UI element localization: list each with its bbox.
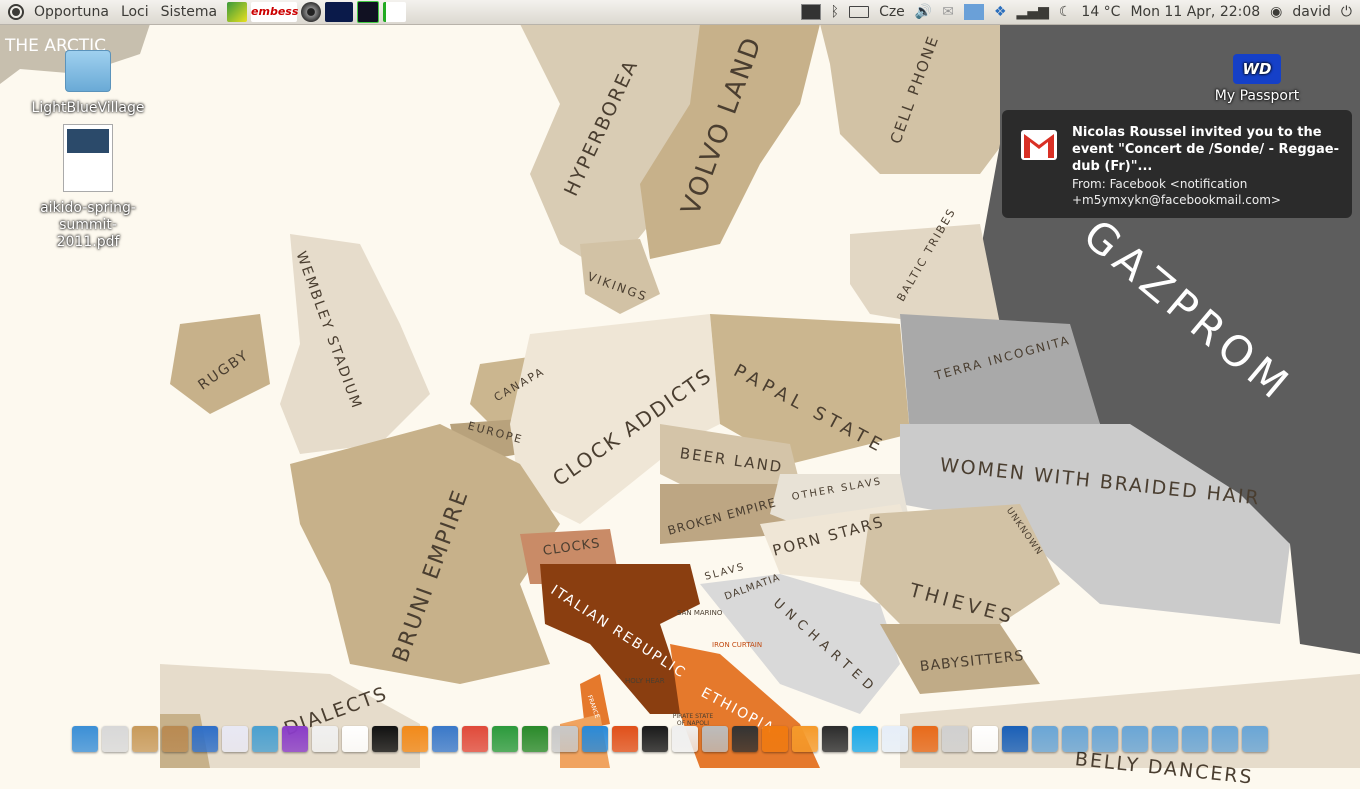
bird-icon[interactable]: [282, 726, 308, 752]
label-iron-curtain: IRON CURTAIN: [712, 641, 763, 649]
tree-icon-2[interactable]: [383, 2, 407, 22]
monitor-icon[interactable]: [582, 726, 608, 752]
music-icon[interactable]: [192, 726, 218, 752]
gmail-icon: [1021, 130, 1057, 160]
anchor-icon[interactable]: [72, 726, 98, 752]
mail-icon[interactable]: ✉: [942, 4, 954, 20]
clock[interactable]: Mon 11 Apr, 22:08: [1130, 4, 1260, 20]
usb-icon[interactable]: [552, 726, 578, 752]
folder-icon[interactable]: [1062, 726, 1088, 752]
menu-places[interactable]: Loci: [115, 4, 155, 20]
gmail-icon[interactable]: [972, 726, 998, 752]
photo-icon[interactable]: [372, 726, 398, 752]
label-pirate: PIRATE STATE OF NAPOLI: [672, 713, 714, 727]
notification-bubble[interactable]: Nicolas Roussel invited you to the event…: [1002, 110, 1352, 218]
skype-icon[interactable]: [852, 726, 878, 752]
tree-icon[interactable]: [357, 1, 380, 23]
chart-icon[interactable]: [462, 726, 488, 752]
terminal-graph-icon[interactable]: [325, 2, 354, 22]
desktop-icon-folder[interactable]: LightBlueVillage: [23, 50, 153, 117]
embess-icon[interactable]: embess: [251, 2, 298, 22]
temperature[interactable]: 14 °C: [1081, 4, 1120, 20]
desktop-icon-drive[interactable]: WD My Passport: [1192, 54, 1322, 105]
desktop-icon-label: aikido-spring-summit-2011.pdf: [40, 200, 136, 250]
display-icon[interactable]: [1002, 726, 1028, 752]
folder-icon[interactable]: [1212, 726, 1238, 752]
dropbox-icon[interactable]: ❖: [994, 4, 1007, 20]
spreadsheet-icon[interactable]: [492, 726, 518, 752]
vlc-icon[interactable]: [762, 726, 788, 752]
folder-icon[interactable]: [1092, 726, 1118, 752]
panel-right: ᛒ Cze 🔊 ✉ ❖ ▂▄▆ ☾ 14 °C Mon 11 Apr, 22:0…: [800, 0, 1360, 24]
desktop-icon-label: My Passport: [1214, 88, 1300, 104]
pencil-icon[interactable]: [672, 726, 698, 752]
blender-icon[interactable]: [402, 726, 428, 752]
moon-icon: ☾: [1058, 4, 1072, 20]
box-icon[interactable]: [612, 726, 638, 752]
panel-left: Opportuna Loci Sistema embess: [0, 0, 407, 24]
vim-icon[interactable]: [522, 726, 548, 752]
notification-title: Nicolas Roussel invited you to the event…: [1072, 125, 1339, 174]
weather-map-icon[interactable]: [963, 4, 984, 20]
package-icon[interactable]: [162, 726, 188, 752]
user-name[interactable]: david: [1292, 4, 1331, 20]
bluetooth-icon[interactable]: ᛒ: [831, 4, 839, 20]
label-san-marino: SAN MARINO: [677, 609, 723, 617]
desktop-icon-label: LightBlueVillage: [31, 100, 145, 116]
menu-applications[interactable]: Opportuna: [28, 4, 115, 20]
chat-icon[interactable]: [882, 726, 908, 752]
disc-icon[interactable]: [732, 726, 758, 752]
power-icon[interactable]: ⏻: [1341, 4, 1352, 20]
archive-icon[interactable]: [132, 726, 158, 752]
screen-icon[interactable]: [800, 4, 821, 20]
ubuntu-logo-icon[interactable]: [8, 4, 24, 20]
volume-icon[interactable]: 🔊: [915, 4, 932, 20]
file-manager-icon[interactable]: [102, 726, 128, 752]
folder-icon[interactable]: [1032, 726, 1058, 752]
notification-body: From: Facebook <notification +m5ymxykn@f…: [1072, 177, 1281, 207]
paint-icon[interactable]: [252, 726, 278, 752]
keyboard-layout[interactable]: Cze: [879, 4, 905, 20]
inkscape-icon[interactable]: [312, 726, 338, 752]
orange-icon[interactable]: [792, 726, 818, 752]
keyboard-icon[interactable]: [849, 6, 870, 18]
folder-icon: [65, 50, 111, 92]
pen-icon[interactable]: [342, 726, 368, 752]
firefox-icon[interactable]: [912, 726, 938, 752]
app-icon[interactable]: [227, 2, 248, 22]
top-panel: Opportuna Loci Sistema embess ᛒ Cze 🔊 ✉ …: [0, 0, 1360, 25]
graph-icon[interactable]: [222, 726, 248, 752]
folder-icon[interactable]: [1152, 726, 1178, 752]
folder-icon[interactable]: [1182, 726, 1208, 752]
dock: [72, 726, 1292, 768]
menu-system[interactable]: Sistema: [155, 4, 223, 20]
pdf-icon: [63, 124, 113, 192]
wd-drive-icon: WD: [1233, 54, 1281, 84]
user-icon: ◉: [1270, 4, 1283, 20]
folder-icon[interactable]: [1122, 726, 1148, 752]
disc-icon[interactable]: [301, 2, 322, 22]
folder-icon[interactable]: [1242, 726, 1268, 752]
label-holy: HOLY HEAR: [625, 677, 665, 685]
keyboard-icon[interactable]: [702, 726, 728, 752]
terminal-icon[interactable]: [822, 726, 848, 752]
trash-icon[interactable]: [942, 726, 968, 752]
pdf-thumbnail: [67, 129, 109, 153]
desktop-icon-pdf[interactable]: aikido-spring-summit-2011.pdf: [23, 124, 153, 251]
bug-icon[interactable]: [642, 726, 668, 752]
network-icon[interactable]: ▂▄▆: [1017, 4, 1049, 20]
document-icon[interactable]: [432, 726, 458, 752]
